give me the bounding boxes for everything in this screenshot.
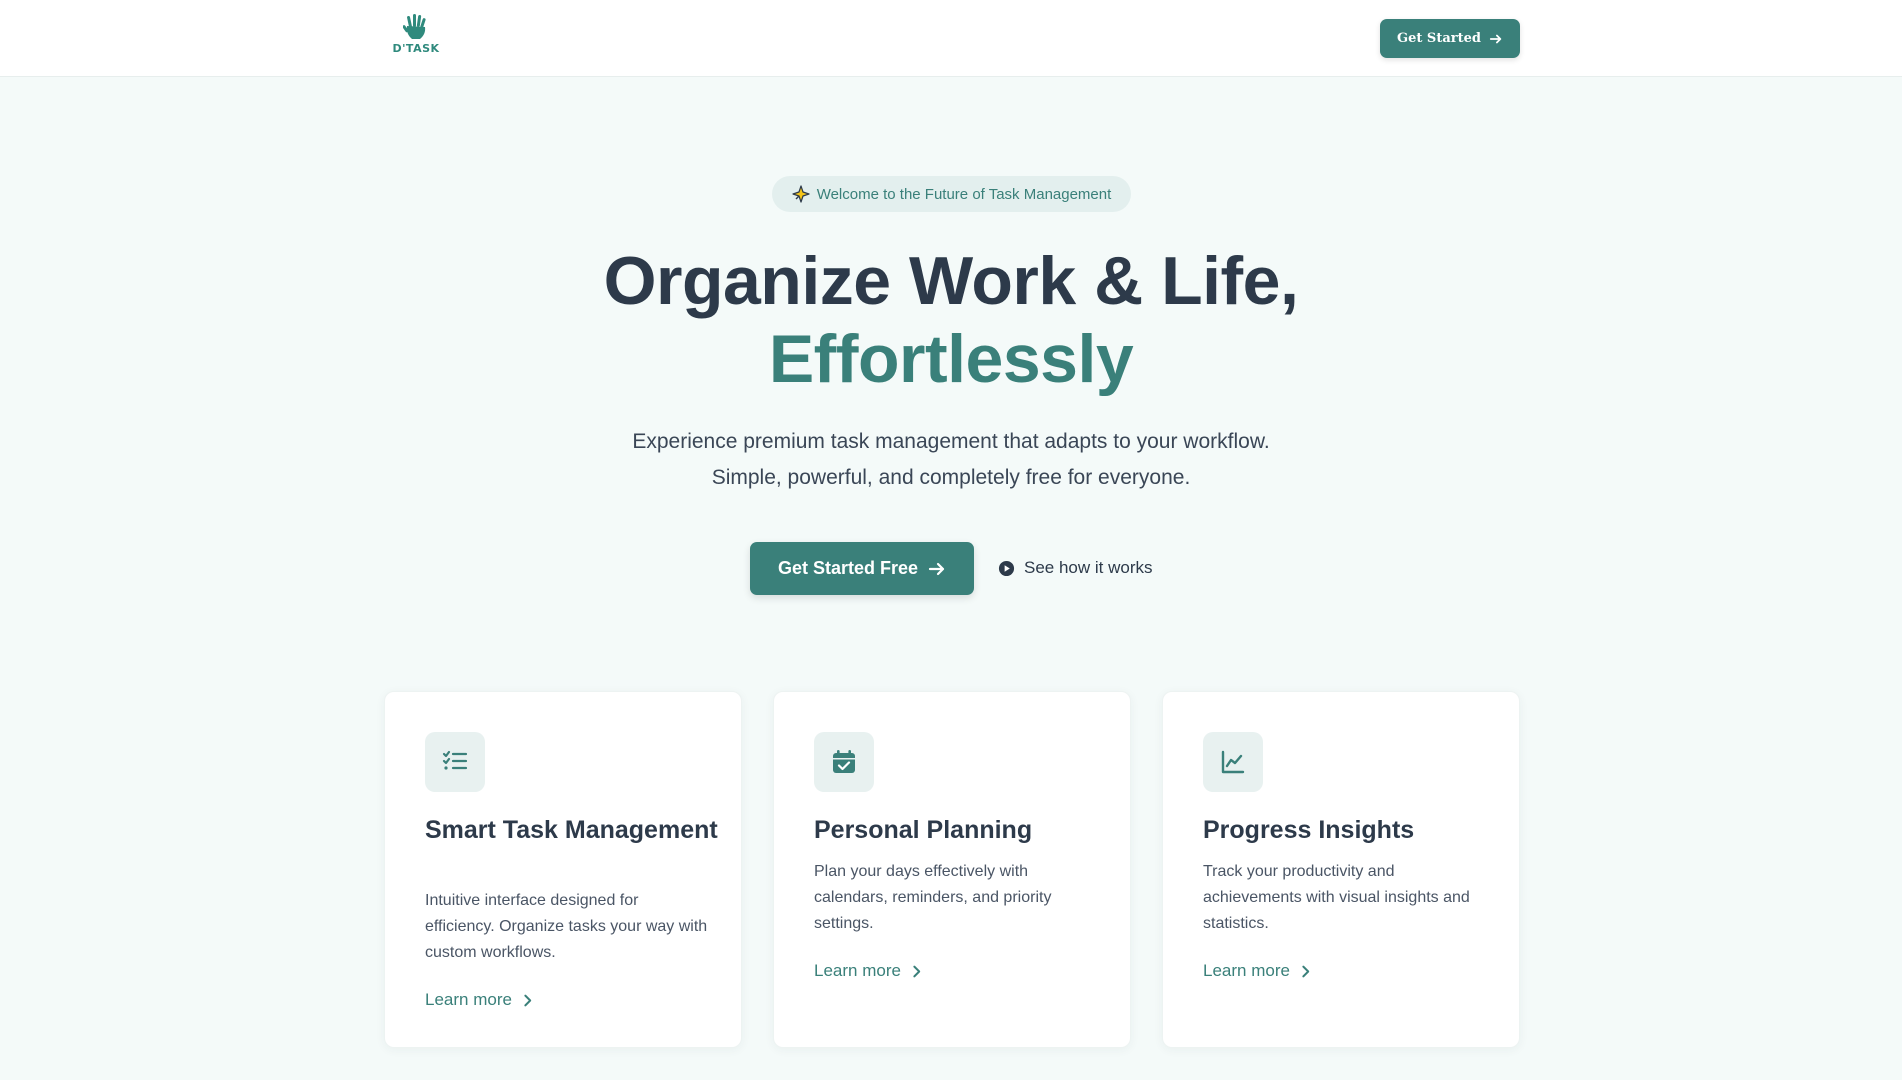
feature-icon-box [425,732,485,792]
top-navbar: D'TASK Get Started [0,0,1902,77]
hero-title-accent: Effortlessly [768,321,1134,397]
get-started-free-button[interactable]: Get Started Free [750,542,974,595]
logo-text: D'TASK [392,42,440,55]
welcome-badge: Welcome to the Future of Task Management [772,176,1131,212]
learn-more-link[interactable]: Learn more [814,961,923,981]
sparkle-icon [792,185,810,203]
get-started-free-label: Get Started Free [777,558,919,578]
feature-title: Progress Insights [1203,816,1415,844]
feature-card-smart-task: Smart Task Management Intuitive interfac… [384,691,742,1048]
chevron-right-icon [524,994,532,1006]
badge-text: Welcome to the Future of Task Management [816,185,1112,203]
arrow-right-icon [928,562,945,575]
see-how-it-works-link[interactable]: See how it works [998,556,1153,580]
feature-description: Intuitive interface designed for efficie… [425,892,708,961]
feature-description: Plan your days effectively with calendar… [814,863,1052,932]
see-how-it-works-label: See how it works [1024,558,1153,577]
calendar-check-icon [833,750,855,773]
nav-get-started-label: Get Started [1397,31,1481,46]
hero-subtitle: Experience premium task management that … [0,424,1902,496]
feature-icon-box [1203,732,1263,792]
learn-more-label: Learn more [425,990,512,1009]
feature-title: Smart Task Management [425,816,718,844]
feature-title: Personal Planning [814,816,1033,844]
feature-card-personal-planning: Personal Planning Plan your days effecti… [773,691,1131,1048]
logo[interactable]: D'TASK [388,14,444,58]
learn-more-label: Learn more [1203,961,1290,980]
play-circle-icon [998,560,1015,576]
subtitle-line1: Experience premium task management that … [632,430,1270,453]
hand-logo-icon [403,14,426,39]
hero-title: Organize Work & Life, Effortlessly [0,242,1902,398]
nav-get-started-button[interactable]: Get Started [1380,19,1520,58]
hero-title-line1: Organize Work & Life, [603,243,1299,319]
chevron-right-icon [1302,965,1310,977]
feature-card-progress-insights: Progress Insights Track your productivit… [1162,691,1520,1048]
checklist-icon [442,750,468,770]
learn-more-link[interactable]: Learn more [425,990,534,1010]
feature-description: Track your productivity and achievements… [1203,863,1470,932]
chevron-right-icon [913,965,921,977]
arrow-right-icon [1489,34,1502,43]
learn-more-label: Learn more [814,961,901,980]
line-chart-icon [1221,750,1245,774]
feature-icon-box [814,732,874,792]
subtitle-line2: Simple, powerful, and completely free fo… [711,466,1191,489]
learn-more-link[interactable]: Learn more [1203,961,1312,981]
